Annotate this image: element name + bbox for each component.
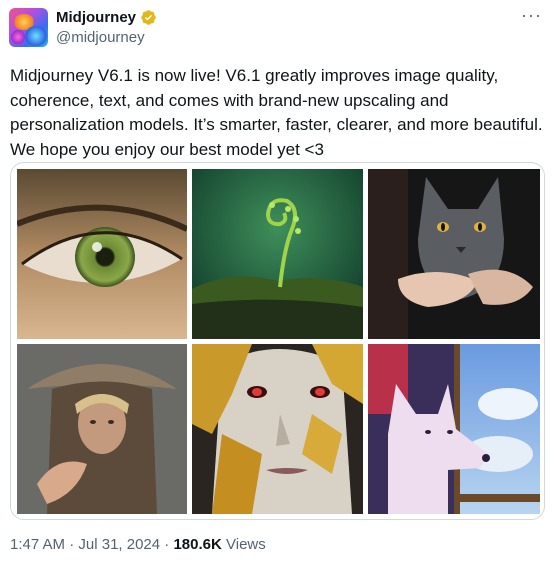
tweet-text: Midjourney V6.1 is now live! V6.1 greatl… [10, 66, 543, 159]
tweet-date[interactable]: Jul 31, 2024 [78, 536, 160, 553]
white-wolf-image[interactable] [368, 344, 540, 514]
author-display-name[interactable]: Midjourney [56, 9, 136, 26]
tweet-meta: 1:47 AM · Jul 31, 2024 · 180.6K Views [10, 536, 266, 553]
tweet-time[interactable]: 1:47 AM [10, 536, 65, 553]
views-label: Views [221, 536, 266, 553]
meta-separator: · [65, 536, 79, 553]
verified-badge-icon[interactable] [140, 9, 157, 26]
green-eye-image[interactable] [17, 169, 187, 339]
avatar-art [11, 30, 25, 44]
more-options-icon[interactable]: ··· [521, 6, 542, 24]
media-grid [10, 162, 545, 520]
grey-cat-image[interactable] [368, 169, 540, 339]
views-count: 180.6K [173, 536, 222, 553]
meta-separator: · [160, 536, 174, 553]
gold-leaf-face-image[interactable] [192, 344, 363, 514]
author-handle[interactable]: @midjourney [56, 29, 145, 46]
avatar-art [25, 26, 47, 46]
midjourney-avatar[interactable] [9, 8, 48, 47]
hooded-figure-image[interactable] [17, 344, 187, 514]
fern-sprout-image[interactable] [192, 169, 363, 339]
author-name-row: Midjourney [56, 9, 157, 26]
